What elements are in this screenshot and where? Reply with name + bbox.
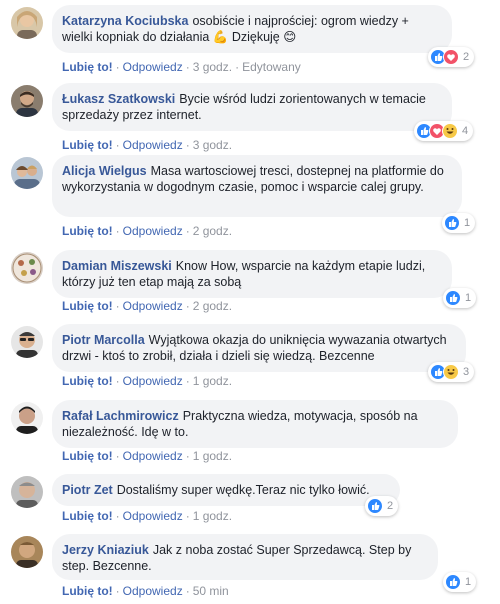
comment-actions: Lubię to! · Odpowiedz · 1 godz. bbox=[62, 449, 233, 463]
timestamp[interactable]: 1 godz. bbox=[193, 509, 232, 523]
avatar[interactable] bbox=[11, 252, 43, 284]
like-button[interactable]: Lubię to! bbox=[62, 509, 113, 523]
author-name[interactable]: Jerzy Kniaziuk bbox=[62, 543, 149, 557]
comment-actions: Lubię to! · Odpowiedz · 1 godz. bbox=[62, 374, 233, 388]
reply-button[interactable]: Odpowiedz bbox=[123, 224, 183, 238]
reactions-badge[interactable]: 3 bbox=[428, 362, 475, 382]
comment-bubble: Katarzyna Kociubska osobiście i najprości… bbox=[52, 5, 452, 53]
like-button[interactable]: Lubię to! bbox=[62, 374, 113, 388]
edited-label[interactable]: Edytowany bbox=[242, 60, 301, 74]
reaction-count: 1 bbox=[465, 292, 472, 304]
comment-actions: Lubię to! · Odpowiedz · 2 godz. bbox=[62, 224, 233, 238]
reactions-badge[interactable]: 2 bbox=[365, 496, 399, 516]
comment-text: Dostaliśmy super wędkę.Teraz nic tylko ł… bbox=[116, 483, 370, 497]
like-icon bbox=[445, 290, 461, 306]
comment-actions: Lubię to! · Odpowiedz · 50 min bbox=[62, 584, 229, 598]
haha-icon bbox=[443, 364, 459, 380]
reply-button[interactable]: Odpowiedz bbox=[123, 299, 183, 313]
like-button[interactable]: Lubię to! bbox=[62, 224, 113, 238]
timestamp[interactable]: 3 godz. bbox=[193, 138, 232, 152]
reaction-count: 2 bbox=[463, 51, 470, 63]
reactions-badge[interactable]: 1 bbox=[442, 213, 476, 233]
timestamp[interactable]: 50 min bbox=[193, 584, 229, 598]
reactions-badge[interactable]: 4 bbox=[414, 121, 474, 141]
timestamp[interactable]: 1 godz. bbox=[193, 374, 232, 388]
timestamp[interactable]: 1 godz. bbox=[193, 449, 232, 463]
like-icon bbox=[445, 574, 461, 590]
reaction-count: 3 bbox=[463, 366, 470, 378]
reactions-badge[interactable]: 1 bbox=[443, 288, 477, 308]
reactions-badge[interactable]: 1 bbox=[443, 572, 477, 592]
timestamp[interactable]: 3 godz. bbox=[193, 60, 232, 74]
like-button[interactable]: Lubię to! bbox=[62, 60, 113, 74]
reaction-count: 4 bbox=[462, 125, 469, 137]
love-icon bbox=[443, 49, 459, 65]
reactions-badge[interactable]: 2 bbox=[428, 47, 475, 67]
avatar[interactable] bbox=[11, 536, 43, 568]
comment-bubble: Piotr Marcolla Wyjątkowa okazja do unikni… bbox=[52, 324, 466, 372]
author-name[interactable]: Damian Miszewski bbox=[62, 259, 172, 273]
timestamp[interactable]: 2 godz. bbox=[193, 224, 232, 238]
reply-button[interactable]: Odpowiedz bbox=[123, 584, 183, 598]
like-button[interactable]: Lubię to! bbox=[62, 584, 113, 598]
reaction-count: 2 bbox=[387, 500, 394, 512]
avatar[interactable] bbox=[11, 476, 43, 508]
reply-button[interactable]: Odpowiedz bbox=[123, 374, 183, 388]
reaction-count: 1 bbox=[465, 576, 472, 588]
comment-actions: Lubię to! · Odpowiedz · 3 godz. · Edytowany bbox=[62, 60, 301, 74]
like-button[interactable]: Lubię to! bbox=[62, 449, 113, 463]
comment-actions: Lubię to! · Odpowiedz · 3 godz. bbox=[62, 138, 233, 152]
reaction-count: 1 bbox=[464, 217, 471, 229]
comment-bubble: Damian Miszewski Know How, wsparcie na ka… bbox=[52, 250, 452, 298]
avatar[interactable] bbox=[11, 402, 43, 434]
like-icon bbox=[367, 498, 383, 514]
haha-icon bbox=[442, 123, 458, 139]
author-name[interactable]: Łukasz Szatkowski bbox=[62, 92, 175, 106]
reply-button[interactable]: Odpowiedz bbox=[123, 449, 183, 463]
comment-actions: Lubię to! · Odpowiedz · 2 godz. bbox=[62, 299, 233, 313]
comment-bubble: Alicja Wielgus Masa wartosciowej tresci, … bbox=[52, 155, 462, 217]
avatar[interactable] bbox=[11, 7, 43, 39]
comment-bubble: Piotr Zet Dostaliśmy super wędkę.Teraz ni… bbox=[52, 474, 400, 506]
comment-bubble: Łukasz Szatkowski Bycie wśród ludzi zorie… bbox=[52, 83, 452, 131]
avatar[interactable] bbox=[11, 157, 43, 189]
reply-button[interactable]: Odpowiedz bbox=[123, 60, 183, 74]
like-button[interactable]: Lubię to! bbox=[62, 138, 113, 152]
reply-button[interactable]: Odpowiedz bbox=[123, 138, 183, 152]
author-name[interactable]: Piotr Marcolla bbox=[62, 333, 145, 347]
author-name[interactable]: Piotr Zet bbox=[62, 483, 113, 497]
comment-bubble: Jerzy Kniaziuk Jak z noba zostać Super Sp… bbox=[52, 534, 438, 580]
avatar[interactable] bbox=[11, 85, 43, 117]
like-icon bbox=[444, 215, 460, 231]
avatar[interactable] bbox=[11, 326, 43, 358]
reply-button[interactable]: Odpowiedz bbox=[123, 509, 183, 523]
comment-actions: Lubię to! · Odpowiedz · 1 godz. bbox=[62, 509, 233, 523]
timestamp[interactable]: 2 godz. bbox=[193, 299, 232, 313]
author-name[interactable]: Alicja Wielgus bbox=[62, 164, 147, 178]
comment-bubble: Rafał Lachmirowicz Praktyczna wiedza, mot… bbox=[52, 400, 458, 448]
author-name[interactable]: Katarzyna Kociubska bbox=[62, 14, 188, 28]
author-name[interactable]: Rafał Lachmirowicz bbox=[62, 409, 179, 423]
like-button[interactable]: Lubię to! bbox=[62, 299, 113, 313]
